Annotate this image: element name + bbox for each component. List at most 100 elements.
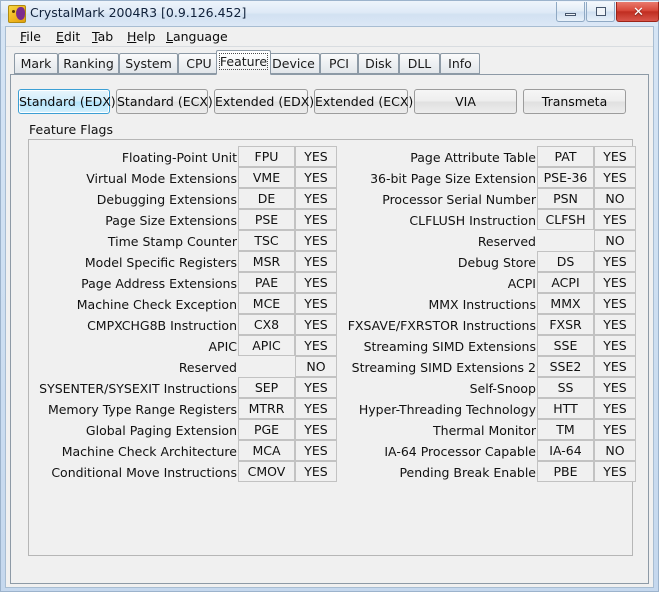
tab-pci[interactable]: PCI xyxy=(320,53,358,74)
flag-abbreviation: SEP xyxy=(238,377,295,398)
flag-row: ACPI ACPI YES xyxy=(339,272,636,294)
flag-abbreviation: CLFSH xyxy=(537,209,594,230)
flag-abbreviation: DS xyxy=(537,251,594,272)
client-area: File Edit Tab Help Language Mark Ranking Syste… xyxy=(5,26,654,588)
flag-row: Time Stamp Counter TSC YES xyxy=(30,230,337,252)
button-extended-edx[interactable]: Extended (EDX) xyxy=(214,89,314,114)
tab-disk[interactable]: Disk xyxy=(358,53,399,74)
menu-item-edit[interactable]: Edit xyxy=(52,29,84,45)
flag-abbreviation: PGE xyxy=(238,419,295,440)
tab-info[interactable]: Info xyxy=(440,53,480,74)
button-via[interactable]: VIA xyxy=(414,89,517,114)
flag-name: Reserved xyxy=(477,234,536,249)
flag-value: YES xyxy=(295,272,337,293)
flag-name: APIC xyxy=(208,339,237,354)
button-standard-edx[interactable]: Standard (EDX) xyxy=(18,89,116,114)
flag-name: Memory Type Range Registers xyxy=(47,402,237,417)
flag-row: Reserved NO xyxy=(339,230,636,252)
tab-feature[interactable]: Feature xyxy=(216,50,271,75)
flag-abbreviation: FPU xyxy=(238,146,295,167)
flag-name: Debug Store xyxy=(457,255,536,270)
maximize-button[interactable] xyxy=(586,2,615,22)
flag-abbreviation: VME xyxy=(238,167,295,188)
button-standard-ecx[interactable]: Standard (ECX) xyxy=(116,89,213,114)
flag-name: Time Stamp Counter xyxy=(107,234,237,249)
flags-column-left: Floating-Point Unit FPU YES Virtual Mode Ex… xyxy=(30,146,337,483)
flag-abbreviation: ACPI xyxy=(537,272,594,293)
menu-item-help[interactable]: Help xyxy=(123,29,160,45)
flag-abbreviation: IA-64 xyxy=(537,440,594,461)
minimize-button[interactable] xyxy=(556,2,585,22)
flag-abbreviation: HTT xyxy=(537,398,594,419)
flag-name: SYSENTER/SYSEXIT Instructions xyxy=(39,381,237,396)
flag-name: Thermal Monitor xyxy=(433,423,536,438)
flag-abbreviation: DE xyxy=(238,188,295,209)
flag-value: YES xyxy=(295,314,337,335)
flag-row: Page Size Extensions PSE YES xyxy=(30,209,337,231)
flag-row: Conditional Move Instructions CMOV YES xyxy=(30,461,337,483)
flag-name: CLFLUSH Instruction xyxy=(409,213,536,228)
app-icon xyxy=(8,5,26,23)
flag-row: FXSAVE/FXRSTOR Instructions FXSR YES xyxy=(339,314,636,336)
flag-row: Debug Store DS YES xyxy=(339,251,636,273)
tab-focus-ring xyxy=(219,53,268,70)
flag-row: Thermal Monitor TM YES xyxy=(339,419,636,441)
menu-item-language[interactable]: Language xyxy=(162,29,232,45)
tab-cpu[interactable]: CPU xyxy=(178,53,220,74)
tab-mark[interactable]: Mark xyxy=(14,53,58,74)
flag-abbreviation: SSE2 xyxy=(537,356,594,377)
tab-system[interactable]: System xyxy=(119,53,178,74)
flag-value: YES xyxy=(295,209,337,230)
flag-row: Debugging Extensions DE YES xyxy=(30,188,337,210)
flag-value: YES xyxy=(594,335,636,356)
flag-name: Virtual Mode Extensions xyxy=(86,171,237,186)
flag-value: YES xyxy=(594,419,636,440)
flag-value: YES xyxy=(295,377,337,398)
application-window: CrystalMark 2004R3 [0.9.126.452] ✕ File E… xyxy=(0,0,659,592)
close-button[interactable]: ✕ xyxy=(616,2,659,22)
flag-name: Streaming SIMD Extensions xyxy=(363,339,536,354)
flag-row: Page Attribute Table PAT YES xyxy=(339,146,636,168)
tab-label: Mark xyxy=(20,56,52,71)
flag-value: NO xyxy=(295,356,337,377)
tab-label: Device xyxy=(272,56,315,71)
flag-row: Hyper-Threading Technology HTT YES xyxy=(339,398,636,420)
tab-strip: Mark Ranking System CPU Feature Device PCI Disk… xyxy=(10,50,650,75)
flag-row: Page Address Extensions PAE YES xyxy=(30,272,337,294)
title-bar[interactable]: CrystalMark 2004R3 [0.9.126.452] ✕ xyxy=(1,1,659,26)
button-extended-ecx[interactable]: Extended (ECX) xyxy=(314,89,413,114)
flag-value: YES xyxy=(594,356,636,377)
flag-abbreviation: SSE xyxy=(537,335,594,356)
menu-item-file[interactable]: File xyxy=(16,29,45,45)
menu-item-tab[interactable]: Tab xyxy=(88,29,117,45)
flag-name: Streaming SIMD Extensions 2 xyxy=(351,360,536,375)
flag-row: Self-Snoop SS YES xyxy=(339,377,636,399)
flag-row: CLFLUSH Instruction CLFSH YES xyxy=(339,209,636,231)
tab-dll[interactable]: DLL xyxy=(399,53,440,74)
flag-value: YES xyxy=(295,419,337,440)
menu-bar: File Edit Tab Help Language xyxy=(6,27,653,47)
button-transmeta[interactable]: Transmeta xyxy=(523,89,626,114)
tab-label: Disk xyxy=(365,56,392,71)
flag-name: Model Specific Registers xyxy=(84,255,237,270)
flag-name: FXSAVE/FXRSTOR Instructions xyxy=(347,318,536,333)
flag-row: Machine Check Exception MCE YES xyxy=(30,293,337,315)
flag-value: YES xyxy=(594,251,636,272)
flag-row: Machine Check Architecture MCA YES xyxy=(30,440,337,462)
flag-name: Pending Break Enable xyxy=(399,465,536,480)
flag-row: APIC APIC YES xyxy=(30,335,337,357)
flag-row: Pending Break Enable PBE YES xyxy=(339,461,636,483)
tab-label: CPU xyxy=(186,56,212,71)
tab-label: Info xyxy=(448,56,472,71)
window-title: CrystalMark 2004R3 [0.9.126.452] xyxy=(30,5,247,20)
flag-abbreviation: PBE xyxy=(537,461,594,482)
maximize-icon xyxy=(596,7,606,16)
flag-abbreviation: TSC xyxy=(238,230,295,251)
flag-value: YES xyxy=(295,440,337,461)
flag-value: YES xyxy=(594,377,636,398)
flag-abbreviation xyxy=(537,230,594,251)
tab-device[interactable]: Device xyxy=(267,53,320,74)
tab-ranking[interactable]: Ranking xyxy=(58,53,119,74)
flag-value: YES xyxy=(295,293,337,314)
flag-row: 36-bit Page Size Extension PSE-36 YES xyxy=(339,167,636,189)
